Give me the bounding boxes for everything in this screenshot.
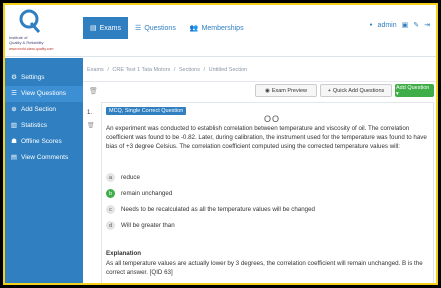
main-nav: ▤ Exams ☰ Questions 👥 Memberships [83, 17, 251, 39]
plus-circle-icon: ⊕ [11, 106, 17, 113]
exam-preview-button[interactable]: ◉ Exam Preview [255, 84, 317, 97]
sidebar-item-label: View Comments [21, 154, 69, 161]
breadcrumb-separator: / [173, 67, 176, 73]
sidebar-item-statistics[interactable]: ▥ Statistics [5, 118, 83, 134]
add-question-label: Add Question ▾ [396, 84, 430, 97]
eye-icon: ◉ [265, 87, 270, 94]
question-card: MCQ, Single Correct Question OO An exper… [101, 102, 434, 283]
sidebar-item-label: View Questions [21, 90, 67, 97]
question-number: 1. [87, 110, 93, 116]
option-letter-correct: b [106, 189, 115, 198]
toolbar: 🗑 ◉ Exam Preview + Quick Add Questions A… [83, 84, 436, 100]
nav-questions[interactable]: ☰ Questions [128, 17, 183, 39]
sidebar-item-settings[interactable]: ⚙ Settings [5, 70, 83, 86]
sidebar-item-offline-scores[interactable]: ☗ Offline Scores [5, 134, 83, 150]
logo[interactable]: Institute of Quality & Reliability www.w… [5, 5, 83, 57]
logout-icon[interactable]: ⇥ [424, 21, 430, 29]
quick-add-button[interactable]: + Quick Add Questions [320, 84, 392, 97]
sidebar-item-view-questions[interactable]: ☰ View Questions [5, 86, 83, 102]
sidebar-item-view-comments[interactable]: ▤ View Comments [5, 150, 83, 166]
breadcrumb-exam[interactable]: CRE Test 1 Tata Motors [112, 67, 170, 73]
users-icon: ☗ [11, 138, 17, 145]
breadcrumb-current: Untitled Section [208, 67, 248, 73]
option-text: reduce [121, 174, 140, 181]
main-content: Exams / CRE Test 1 Tata Motors / Section… [83, 58, 436, 283]
nav-memberships-label: Memberships [201, 24, 244, 32]
question-type-badge: MCQ, Single Correct Question [106, 107, 187, 115]
sidebar-item-label: Statistics [21, 122, 48, 129]
nav-exams-label: Exams [99, 24, 122, 32]
question-glyph: OO [264, 114, 281, 124]
option-letter: c [106, 205, 115, 214]
logo-line-2: Quality & Reliability [9, 40, 44, 45]
gear-icon: ⚙ [11, 74, 17, 81]
sidebar-item-label: Settings [21, 74, 45, 81]
breadcrumb-exams[interactable]: Exams [87, 67, 104, 73]
user-status-icon: ● [369, 22, 373, 28]
profile-icon[interactable]: ▣ [402, 21, 409, 29]
tools-icon[interactable]: ✎ [413, 21, 419, 29]
explanation-text: As all temperature values are actually l… [106, 260, 423, 276]
option-letter: a [106, 173, 115, 182]
explanation-title: Explanation [106, 250, 142, 257]
option-d: d Will be greater than [106, 221, 175, 230]
plus-icon: + [327, 87, 331, 94]
option-letter: d [106, 221, 115, 230]
list-icon: ☰ [11, 90, 17, 97]
app-window: Institute of Quality & Reliability www.w… [3, 3, 438, 285]
breadcrumb-sections[interactable]: Sections [179, 67, 200, 73]
breadcrumb-separator: / [203, 67, 206, 73]
option-b: b remain unchanged [106, 189, 172, 198]
users-icon: 👥 [189, 25, 199, 32]
quick-add-label: Quick Add Questions [332, 87, 385, 94]
nav-questions-label: Questions [144, 24, 176, 32]
user-menu: ● admin ▣ ✎ ⇥ [369, 21, 430, 30]
option-text: remain unchanged [121, 190, 173, 197]
question-delete-icon[interactable]: 🗑 [87, 122, 95, 129]
nav-exams[interactable]: ▤ Exams [83, 17, 129, 39]
top-bar: Institute of Quality & Reliability www.w… [5, 5, 436, 57]
breadcrumb-separator: / [107, 67, 109, 73]
sidebar-item-label: Add Section [21, 106, 57, 113]
breadcrumb: Exams / CRE Test 1 Tata Motors / Section… [83, 58, 436, 82]
add-question-button[interactable]: Add Question ▾ [395, 84, 434, 97]
logo-q-icon [19, 9, 41, 33]
sidebar: ⚙ Settings ☰ View Questions ⊕ Add Sectio… [5, 58, 83, 283]
option-c: c Needs to be recalculated as all the te… [106, 205, 315, 214]
option-text: Will be greater than [121, 222, 175, 229]
exam-preview-label: Exam Preview [271, 87, 307, 94]
chart-icon: ▥ [10, 122, 18, 129]
comment-icon: ▤ [10, 154, 18, 161]
option-text: Needs to be recalculated as all the temp… [121, 206, 315, 213]
sidebar-item-add-section[interactable]: ⊕ Add Section [5, 102, 83, 118]
logo-text: Institute of Quality & Reliability [9, 35, 43, 45]
user-name[interactable]: admin [378, 22, 397, 29]
nav-memberships[interactable]: 👥 Memberships [183, 17, 251, 39]
option-a: a reduce [106, 173, 140, 182]
question-text: An experiment was conducted to establish… [106, 125, 427, 150]
sidebar-item-label: Offline Scores [21, 138, 62, 145]
list-icon: ☰ [135, 25, 142, 32]
trash-icon[interactable]: 🗑 [89, 87, 98, 95]
clipboard-icon: ▤ [90, 25, 97, 32]
logo-url: www.world-class-quality.com [9, 47, 54, 51]
